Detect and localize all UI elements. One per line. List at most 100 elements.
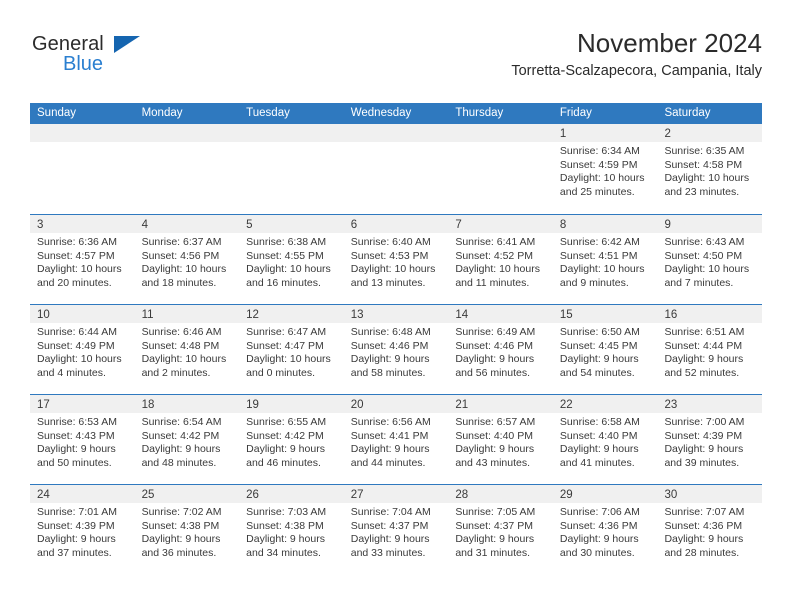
day-number: 12 (246, 309, 259, 321)
sunrise-text: Sunrise: 6:41 AM (455, 236, 536, 248)
day-sun-info: Sunrise: 7:05 AM Sunset: 4:37 PM Daylight:… (448, 503, 553, 560)
daylight-text: Daylight: 10 hours and 2 minutes. (141, 353, 227, 379)
sunset-text: Sunset: 4:49 PM (37, 339, 115, 352)
calendar-day-cell[interactable]: 2 Sunrise: 6:35 AM Sunset: 4:58 PM Daylight… (657, 124, 763, 214)
day-number-bar: 29 (552, 485, 658, 503)
sunrise-text: Sunrise: 6:50 AM (559, 326, 640, 338)
calendar-day-cell[interactable]: 22 Sunrise: 6:58 AM Sunset: 4:40 PM Dayligh… (552, 395, 658, 484)
day-number: 21 (455, 399, 469, 411)
day-number: 22 (559, 399, 573, 411)
sunset-text: Sunset: 4:50 PM (664, 249, 743, 262)
daylight-text: Daylight: 9 hours and 36 minutes. (141, 533, 221, 559)
day-number: 20 (350, 399, 364, 411)
day-sun-info: Sunrise: 7:00 AM Sunset: 4:39 PM Daylight:… (657, 413, 762, 470)
calendar-day-cell[interactable]: 17 Sunrise: 6:53 AM Sunset: 4:43 PM Dayligh… (30, 395, 135, 484)
weekday-saturday: Saturday (664, 107, 711, 119)
day-sun-info: Sunrise: 6:50 AM Sunset: 4:45 PM Daylight:… (553, 323, 658, 380)
day-number: 16 (664, 309, 678, 321)
general-blue-logo[interactable]: General Blue (30, 28, 230, 84)
calendar-weeks: 1 Sunrise: 6:34 AM Sunset: 4:59 PM Daylight… (30, 124, 763, 574)
calendar-day-cell[interactable]: 30 Sunrise: 7:07 AM Sunset: 4:36 PM Dayligh… (657, 485, 763, 574)
calendar-day-cell[interactable]: 10 Sunrise: 6:44 AM Sunset: 4:49 PM Dayligh… (30, 305, 135, 394)
calendar-day-cell[interactable]: 24 Sunrise: 7:01 AM Sunset: 4:39 PM Dayligh… (30, 485, 135, 574)
day-sun-info: Sunrise: 6:56 AM Sunset: 4:41 PM Daylight:… (344, 413, 449, 470)
calendar-day-cell[interactable]: 5 Sunrise: 6:38 AM Sunset: 4:55 PM Daylight… (239, 215, 344, 304)
sunrise-text: Sunrise: 6:48 AM (350, 326, 431, 338)
weekday-thursday: Thursday (455, 107, 504, 119)
day-number-bar: 16 (657, 305, 763, 323)
calendar-day-cell[interactable]: 12 Sunrise: 6:47 AM Sunset: 4:47 PM Dayligh… (239, 305, 344, 394)
day-number: 4 (141, 219, 148, 231)
calendar-day-cell[interactable]: 19 Sunrise: 6:55 AM Sunset: 4:42 PM Dayligh… (239, 395, 344, 484)
calendar-day-cell[interactable]: 18 Sunrise: 6:54 AM Sunset: 4:42 PM Dayligh… (134, 395, 240, 484)
daylight-text: Daylight: 9 hours and 31 minutes. (455, 533, 535, 559)
page-subtitle: Torretta-Scalzapecora, Campania, Italy (511, 62, 762, 79)
day-number-bar: 5 (239, 215, 344, 233)
day-number: 6 (350, 219, 358, 231)
sunrise-text: Sunrise: 7:04 AM (350, 506, 431, 518)
calendar-day-cell[interactable]: 11 Sunrise: 6:46 AM Sunset: 4:48 PM Dayligh… (134, 305, 240, 394)
daylight-text: Daylight: 10 hours and 9 minutes. (559, 263, 645, 289)
day-number: 26 (246, 489, 259, 501)
day-number: 28 (455, 489, 469, 501)
calendar-day-cell[interactable]: 6 Sunrise: 6:40 AM Sunset: 4:53 PM Daylight… (343, 215, 449, 304)
day-sun-info: Sunrise: 6:43 AM Sunset: 4:50 PM Daylight:… (657, 233, 762, 290)
calendar-day-cell[interactable]: 25 Sunrise: 7:02 AM Sunset: 4:38 PM Dayligh… (134, 485, 240, 574)
day-number: 17 (37, 399, 50, 411)
calendar-day-cell[interactable]: 26 Sunrise: 7:03 AM Sunset: 4:38 PM Dayligh… (239, 485, 344, 574)
day-number-bar (134, 124, 240, 142)
sunset-text: Sunset: 4:51 PM (559, 249, 638, 262)
day-number-bar: 6 (343, 215, 449, 233)
calendar-day-cell[interactable]: 20 Sunrise: 6:56 AM Sunset: 4:41 PM Dayligh… (343, 395, 449, 484)
day-number-bar: 30 (657, 485, 763, 503)
sunrise-text: Sunrise: 6:35 AM (664, 145, 745, 157)
calendar-day-cell[interactable]: 29 Sunrise: 7:06 AM Sunset: 4:36 PM Dayligh… (552, 485, 658, 574)
sunset-text: Sunset: 4:58 PM (664, 158, 743, 171)
calendar-day-cell[interactable]: 23 Sunrise: 7:00 AM Sunset: 4:39 PM Dayligh… (657, 395, 763, 484)
calendar-day-cell[interactable]: 28 Sunrise: 7:05 AM Sunset: 4:37 PM Dayligh… (448, 485, 553, 574)
calendar-day-cell[interactable]: 9 Sunrise: 6:43 AM Sunset: 4:50 PM Daylight… (657, 215, 763, 304)
day-sun-info: Sunrise: 6:46 AM Sunset: 4:48 PM Daylight:… (135, 323, 240, 380)
calendar-day-cell[interactable]: 1 Sunrise: 6:34 AM Sunset: 4:59 PM Daylight… (552, 124, 658, 214)
calendar-week-row: 10 Sunrise: 6:44 AM Sunset: 4:49 PM Dayligh… (30, 304, 763, 394)
sunset-text: Sunset: 4:41 PM (350, 429, 429, 442)
logo-text-blue: Blue (63, 53, 104, 75)
day-sun-info: Sunrise: 6:38 AM Sunset: 4:55 PM Daylight:… (239, 233, 344, 290)
daylight-text: Daylight: 9 hours and 41 minutes. (559, 443, 639, 469)
sunset-text: Sunset: 4:40 PM (455, 429, 533, 442)
day-number-bar: 17 (30, 395, 135, 413)
day-number: 1 (559, 128, 567, 140)
day-sun-info: Sunrise: 6:54 AM Sunset: 4:42 PM Daylight:… (135, 413, 240, 470)
day-number: 13 (350, 309, 364, 321)
calendar-day-cell[interactable]: 21 Sunrise: 6:57 AM Sunset: 4:40 PM Dayligh… (448, 395, 553, 484)
sunrise-text: Sunrise: 7:05 AM (455, 506, 536, 518)
day-number: 19 (246, 399, 259, 411)
day-number: 11 (141, 309, 154, 321)
calendar-grid: Sunday Monday Tuesday Wednesday Thursday… (30, 103, 763, 574)
calendar-day-cell[interactable]: 4 Sunrise: 6:37 AM Sunset: 4:56 PM Daylight… (134, 215, 240, 304)
day-number: 25 (141, 489, 155, 501)
calendar-day-cell[interactable]: 7 Sunrise: 6:41 AM Sunset: 4:52 PM Daylight… (448, 215, 553, 304)
daylight-text: Daylight: 9 hours and 33 minutes. (350, 533, 430, 559)
daylight-text: Daylight: 9 hours and 46 minutes. (246, 443, 325, 469)
daylight-text: Daylight: 9 hours and 30 minutes. (559, 533, 639, 559)
calendar-day-cell[interactable]: 3 Sunrise: 6:36 AM Sunset: 4:57 PM Daylight… (30, 215, 135, 304)
daylight-text: Daylight: 10 hours and 20 minutes. (37, 263, 122, 289)
day-number-bar: 8 (552, 215, 658, 233)
calendar-day-cell[interactable]: 27 Sunrise: 7:04 AM Sunset: 4:37 PM Dayligh… (343, 485, 449, 574)
daylight-text: Daylight: 10 hours and 23 minutes. (664, 172, 750, 198)
sunset-text: Sunset: 4:46 PM (455, 339, 533, 352)
calendar-day-cell[interactable]: 8 Sunrise: 6:42 AM Sunset: 4:51 PM Daylight… (552, 215, 658, 304)
sunrise-text: Sunrise: 6:43 AM (664, 236, 745, 248)
sunset-text: Sunset: 4:39 PM (37, 519, 115, 532)
day-sun-info: Sunrise: 6:48 AM Sunset: 4:46 PM Daylight:… (344, 323, 449, 380)
day-sun-info: Sunrise: 6:58 AM Sunset: 4:40 PM Daylight:… (553, 413, 658, 470)
calendar-day-cell[interactable]: 14 Sunrise: 6:49 AM Sunset: 4:46 PM Dayligh… (448, 305, 553, 394)
calendar-day-cell[interactable]: 13 Sunrise: 6:48 AM Sunset: 4:46 PM Dayligh… (343, 305, 449, 394)
calendar-day-cell[interactable]: 15 Sunrise: 6:50 AM Sunset: 4:45 PM Dayligh… (552, 305, 658, 394)
calendar-day-cell[interactable]: 16 Sunrise: 6:51 AM Sunset: 4:44 PM Dayligh… (657, 305, 763, 394)
day-sun-info: Sunrise: 6:34 AM Sunset: 4:59 PM Daylight:… (553, 142, 658, 199)
day-number-bar: 11 (134, 305, 240, 323)
day-number-bar: 1 (552, 124, 658, 142)
calendar-week-row: 3 Sunrise: 6:36 AM Sunset: 4:57 PM Daylight… (30, 214, 763, 304)
